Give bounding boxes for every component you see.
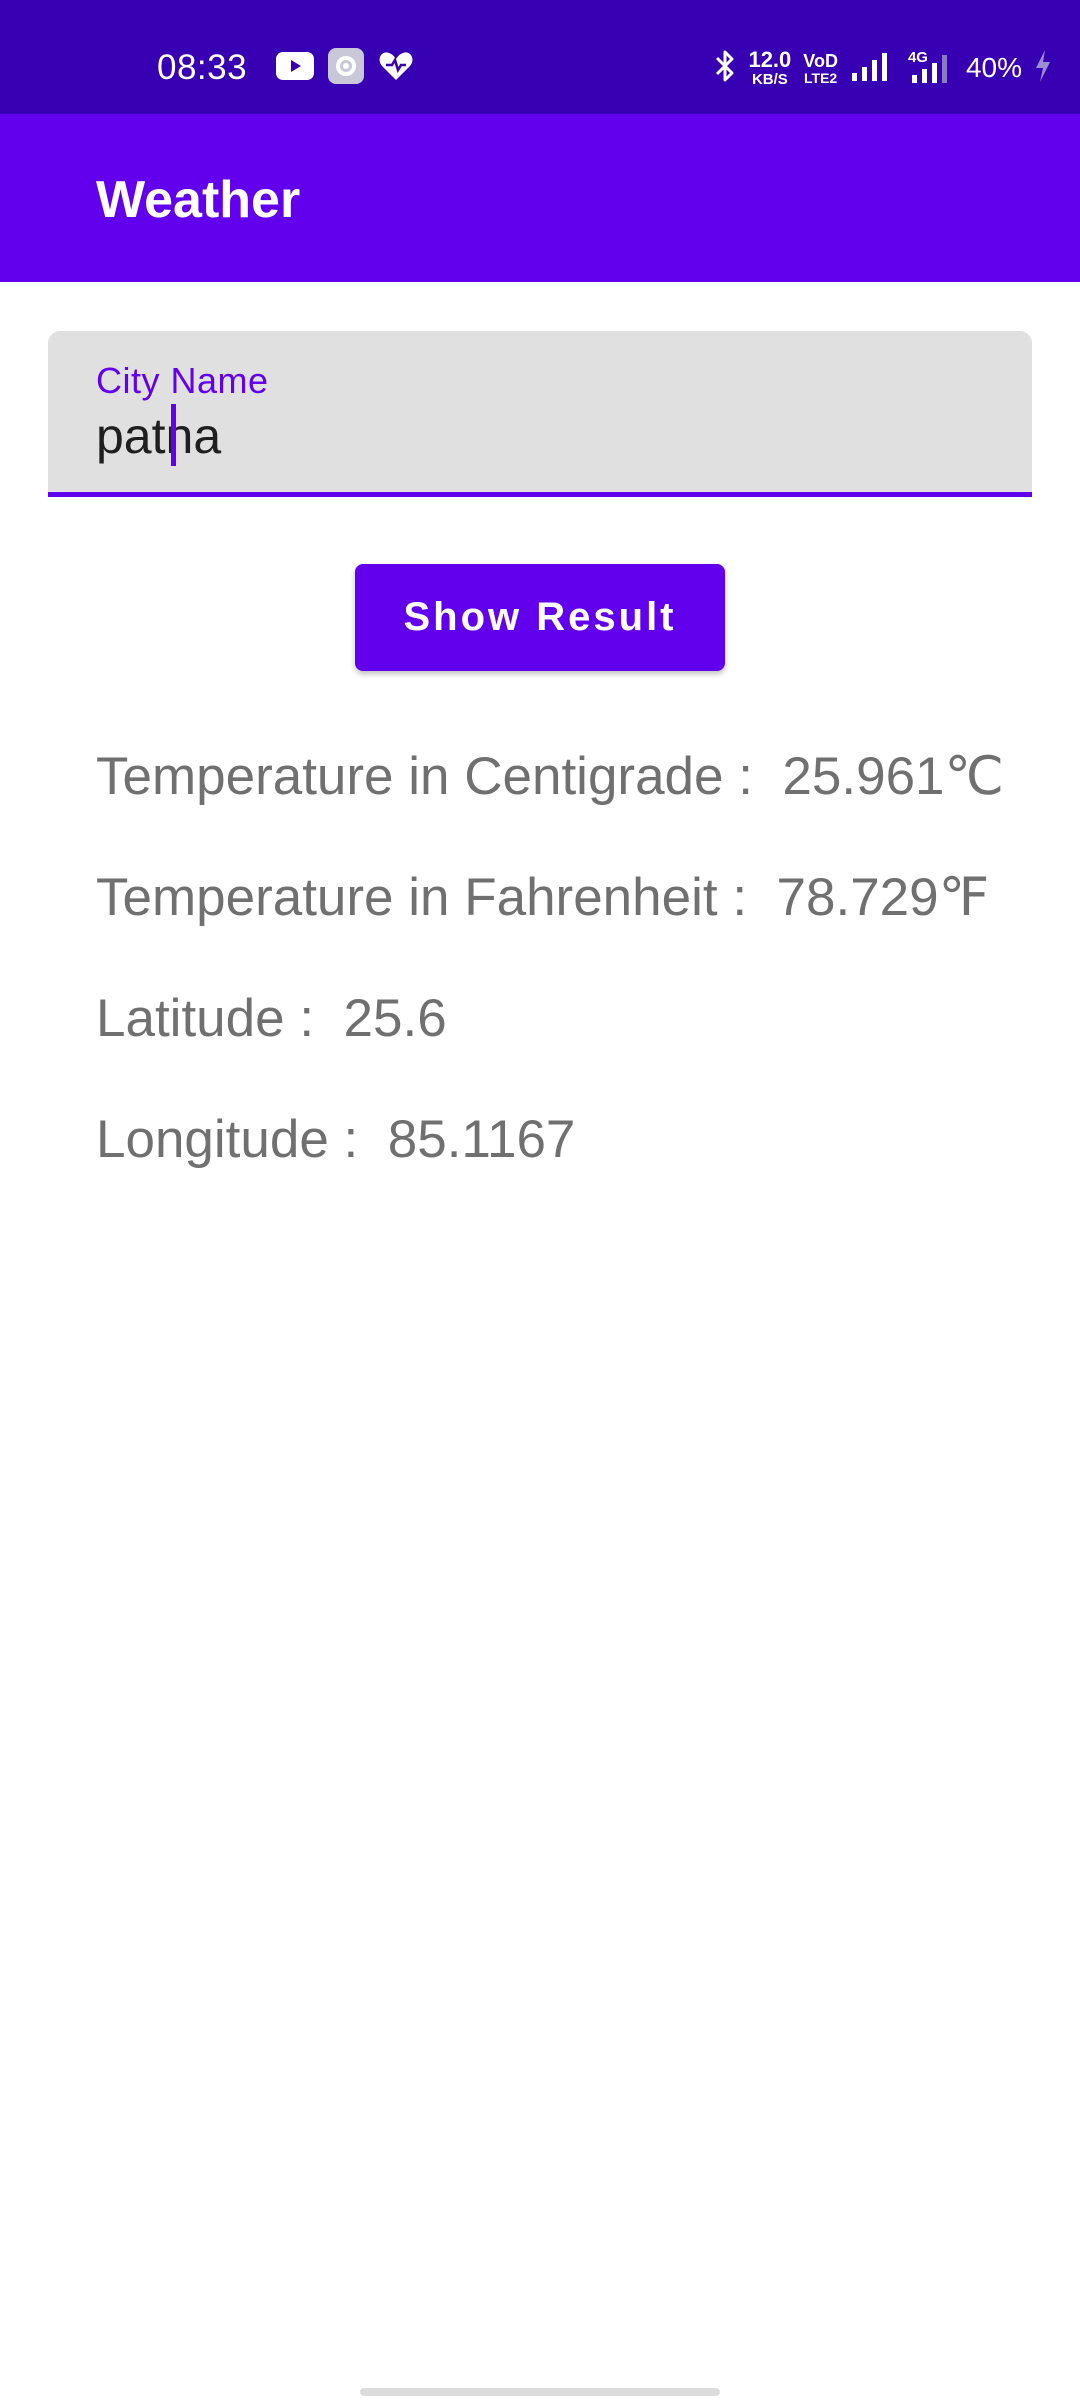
fahrenheit-label: Temperature in Fahrenheit : [96,868,748,927]
charging-bolt-icon [1034,49,1052,88]
status-right-icons: 12.0 KB/S VoD LTE2 4G 40% [714,44,1052,92]
bluetooth-icon [714,49,736,88]
text-cursor [171,404,176,466]
network-speed: 12.0 KB/S [748,47,792,88]
health-heart-icon [378,50,414,87]
city-name-input[interactable] [96,403,976,469]
settings-app-icon [328,47,364,89]
centigrade-label: Temperature in Centigrade : [96,747,753,806]
latitude-label: Latitude : [96,989,315,1048]
volte-sub-label: LTE2 [804,69,838,86]
centigrade-value: 25.961℃ [782,747,1005,806]
status-time: 08:33 [157,48,248,87]
app-title: Weather [96,171,301,229]
battery-percent: 40% [965,52,1022,83]
volte-indicator: VoD LTE2 [803,52,838,85]
fahrenheit-result: Temperature in Fahrenheit : 78.729℉ [96,866,989,930]
volte-label: VoD [803,50,838,71]
signal-icon [850,51,890,86]
longitude-value: 85.1167 [387,1110,576,1169]
latitude-result: Latitude : 25.6 [96,987,447,1051]
city-name-label: City Name [96,360,269,401]
notification-icons [276,47,414,89]
status-bar: 08:33 12.0 KB/S VoD LTE2 4G 40% [0,0,1080,114]
weather-app-screen: 08:33 12.0 KB/S VoD LTE2 4G 40% Weather … [0,0,1080,2400]
network-speed-value: 12.0 [748,47,792,72]
centigrade-result: Temperature in Centigrade : 25.961℃ [96,745,1004,809]
longitude-result: Longitude : 85.1167 [96,1108,575,1172]
longitude-label: Longitude : [96,1110,359,1169]
signal-4g-icon: 4G [902,49,954,85]
gesture-navigation-handle[interactable] [360,2388,720,2396]
city-name-field[interactable]: City Name [48,331,1032,497]
app-bar: Weather [0,114,1080,282]
show-result-button[interactable]: Show Result [355,564,725,671]
network-speed-unit: KB/S [751,71,788,88]
youtube-icon [276,51,314,85]
fahrenheit-value: 78.729℉ [776,868,990,927]
latitude-value: 25.6 [343,989,447,1048]
